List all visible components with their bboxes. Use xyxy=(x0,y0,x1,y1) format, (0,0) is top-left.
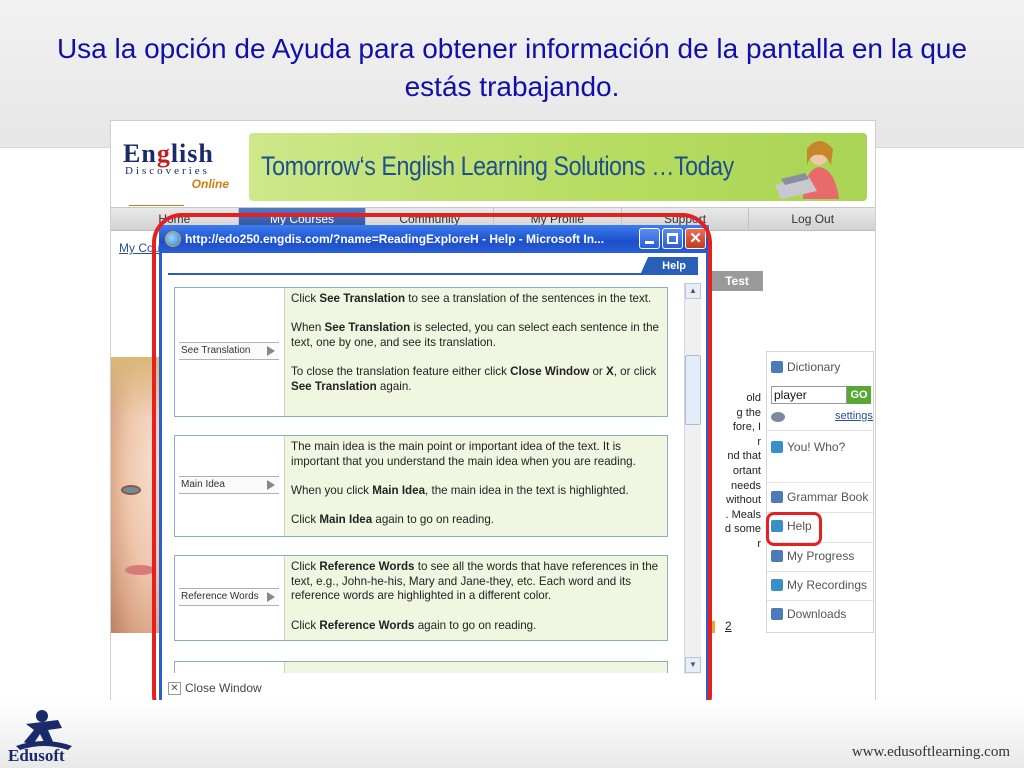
language-flag-icon[interactable] xyxy=(771,412,785,422)
pager-page-link[interactable]: 2 xyxy=(725,619,732,633)
divider xyxy=(767,430,873,431)
logo-line2: Discoveries xyxy=(125,165,210,177)
dictionary-icon xyxy=(771,361,783,373)
eye xyxy=(121,485,141,495)
tools-sidebar: Dictionary player GO settings You! Who? … xyxy=(766,351,874,633)
tab-test[interactable]: Test xyxy=(711,271,763,291)
sidebar-item-dictionary[interactable]: Dictionary xyxy=(771,360,840,374)
sidebar-item-label: My Progress xyxy=(787,549,855,563)
highlight-box-help xyxy=(766,512,822,546)
footer-url: www.edusoftlearning.com xyxy=(851,744,1010,760)
sidebar-item-label: Grammar Book xyxy=(787,490,869,504)
divider xyxy=(767,482,873,483)
settings-link[interactable]: settings xyxy=(835,410,873,422)
sidebar-item-grammar-book[interactable]: Grammar Book xyxy=(771,490,868,504)
go-button[interactable]: GO xyxy=(847,386,871,404)
progress-icon xyxy=(771,550,783,562)
lips xyxy=(125,565,155,575)
slide-title: Usa la opción de Ayuda para obtener info… xyxy=(56,33,968,102)
sidebar-item-downloads[interactable]: Downloads xyxy=(771,607,846,621)
edusoft-brand: Edusoft xyxy=(8,746,65,765)
banner-text: Tomorrow‘s English Learning Solutions …T… xyxy=(261,151,734,181)
recordings-icon xyxy=(771,579,783,591)
sidebar-item-you-who[interactable]: You! Who? xyxy=(771,440,845,454)
woman-with-laptop-image xyxy=(775,141,839,199)
sidebar-item-my-progress[interactable]: My Progress xyxy=(771,549,854,563)
speech-bubble-icon xyxy=(771,441,783,453)
banner: Tomorrow‘s English Learning Solutions …T… xyxy=(249,133,867,201)
sidebar-item-my-recordings[interactable]: My Recordings xyxy=(771,578,867,592)
dictionary-search-input[interactable]: player xyxy=(771,386,847,404)
logo-line3: Online xyxy=(191,177,229,191)
english-discoveries-logo[interactable]: English Discoveries Online xyxy=(123,139,233,206)
logo-underline xyxy=(129,205,184,206)
divider xyxy=(767,600,873,601)
highlight-oval-popup xyxy=(152,213,712,725)
downloads-icon xyxy=(771,608,783,620)
sidebar-item-label: You! Who? xyxy=(787,440,846,454)
grammar-book-icon xyxy=(771,491,783,503)
sidebar-item-label: Dictionary xyxy=(787,360,841,374)
sidebar-item-label: My Recordings xyxy=(787,578,868,592)
divider xyxy=(767,571,873,572)
sidebar-item-label: Downloads xyxy=(787,607,847,621)
nav-log-out[interactable]: Log Out xyxy=(749,208,875,230)
